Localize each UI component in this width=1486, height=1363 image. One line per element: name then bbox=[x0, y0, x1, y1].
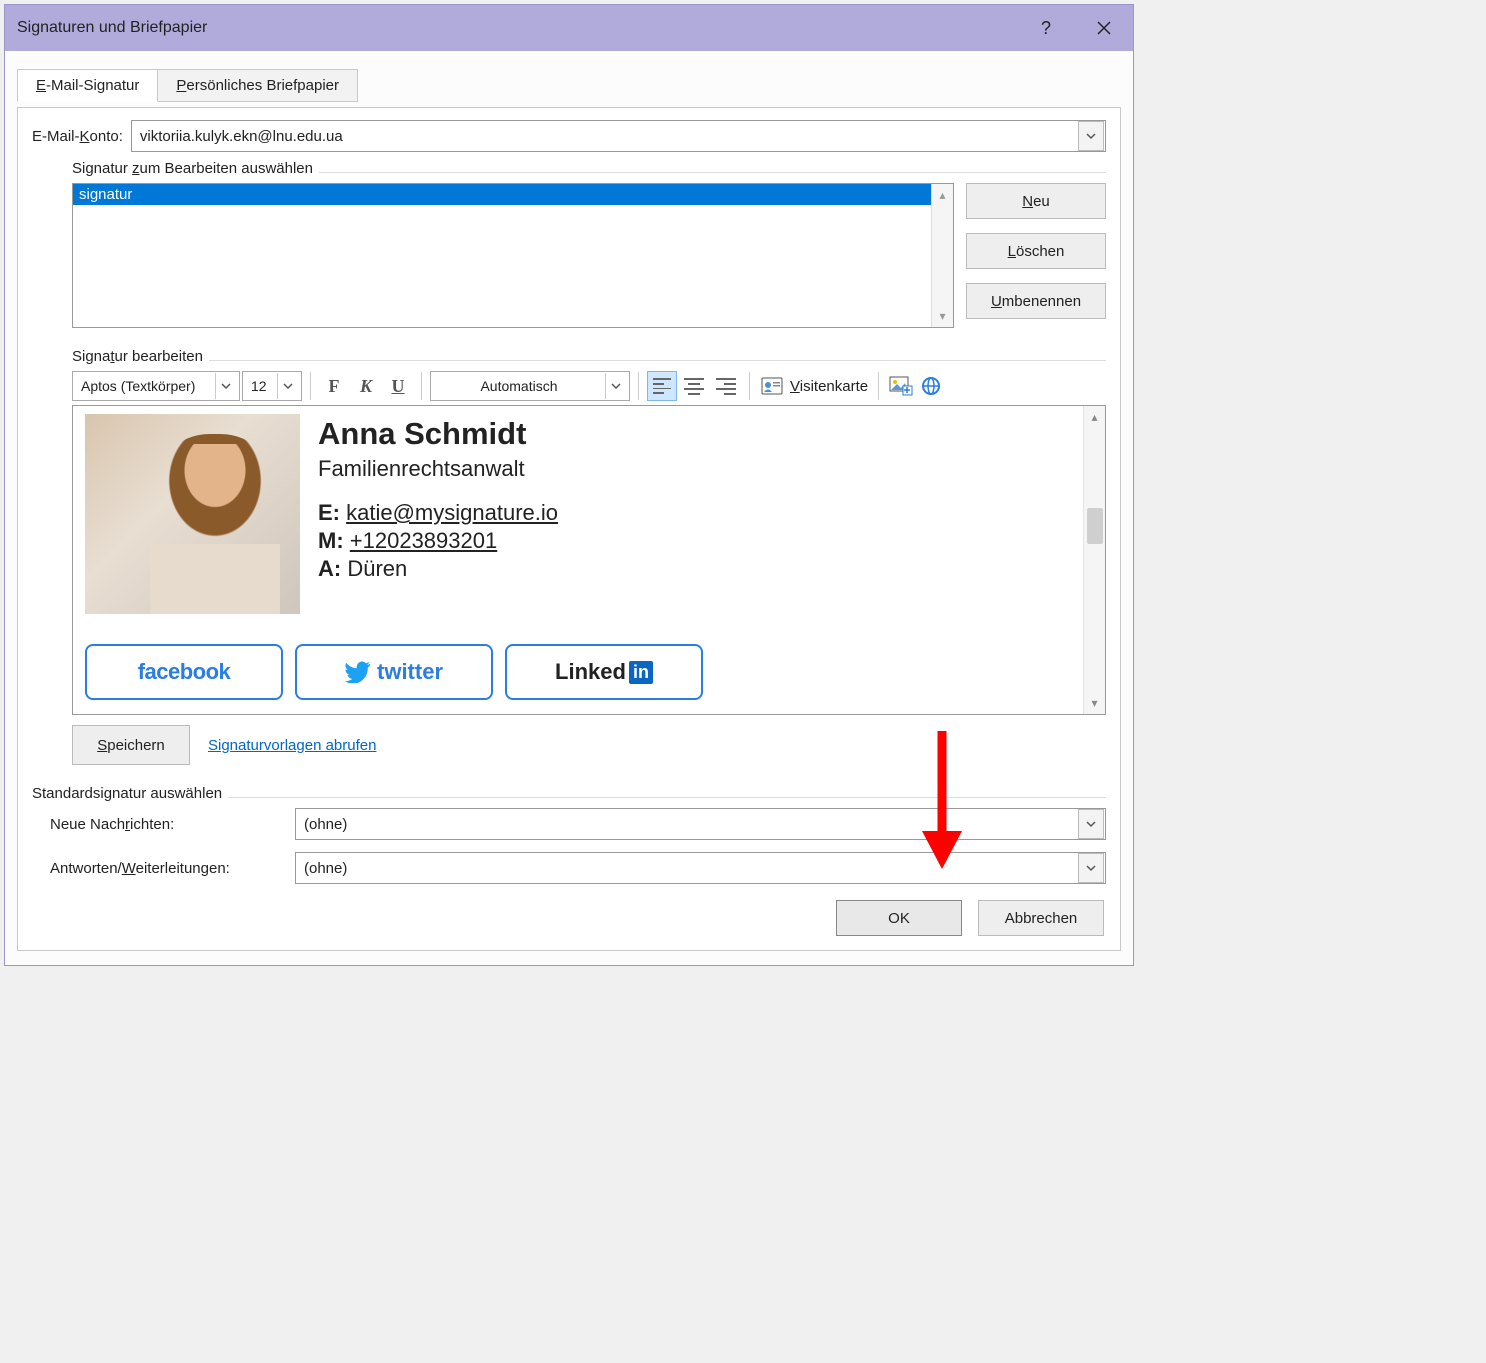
close-button[interactable] bbox=[1075, 5, 1133, 51]
editor-toolbar: Aptos (Textkörper) 12 F K U Automatisch bbox=[72, 371, 1106, 401]
signature-list-buttons: Neu Löschen Umbenennen bbox=[966, 183, 1106, 328]
replies-row: Antworten/Weiterleitungen: (ohne) bbox=[50, 852, 1106, 884]
color-combo[interactable]: Automatisch bbox=[430, 371, 630, 401]
ok-button[interactable]: OK bbox=[836, 900, 962, 936]
signature-email-line: E: katie@mysignature.io bbox=[318, 500, 558, 526]
tabstrip: E-Mail-Signatur Persönliches Briefpapier bbox=[17, 69, 1121, 102]
signature-role: Familienrechtsanwalt bbox=[318, 456, 558, 482]
scroll-up-icon[interactable]: ▴ bbox=[932, 184, 953, 206]
rename-button[interactable]: Umbenennen bbox=[966, 283, 1106, 319]
bold-button[interactable]: F bbox=[319, 371, 349, 401]
chevron-down-icon bbox=[605, 373, 625, 399]
titlebar: Signaturen und Briefpapier ? bbox=[5, 5, 1133, 51]
save-row: Speichern Signaturvorlagen abrufen bbox=[72, 725, 1106, 765]
default-signature-group: Standardsignatur auswählen Neue Nachrich… bbox=[32, 787, 1106, 884]
italic-button[interactable]: K bbox=[351, 371, 381, 401]
linkedin-button[interactable]: Linkedin bbox=[505, 644, 703, 700]
twitter-button[interactable]: twitter bbox=[295, 644, 493, 700]
signature-list-item[interactable]: signatur bbox=[73, 184, 931, 205]
signature-socials: facebook twitter Linkedin bbox=[85, 644, 1071, 700]
chevron-down-icon bbox=[1078, 853, 1104, 883]
replies-label: Antworten/Weiterleitungen: bbox=[50, 860, 295, 877]
get-templates-link[interactable]: Signaturvorlagen abrufen bbox=[208, 737, 376, 754]
delete-button[interactable]: Löschen bbox=[966, 233, 1106, 269]
edit-signature-title: Signatur bearbeiten bbox=[72, 348, 209, 365]
align-left-button[interactable] bbox=[647, 371, 677, 401]
tab-panel: E-Mail-Konto: viktoriia.kulyk.ekn@lnu.ed… bbox=[17, 107, 1121, 951]
chevron-down-icon bbox=[1078, 121, 1104, 151]
new-messages-row: Neue Nachrichten: (ohne) bbox=[50, 808, 1106, 840]
new-button[interactable]: Neu bbox=[966, 183, 1106, 219]
tab-personal-stationery[interactable]: Persönliches Briefpapier bbox=[157, 69, 358, 102]
insert-image-button[interactable] bbox=[887, 372, 915, 400]
signature-name: Anna Schmidt bbox=[318, 416, 558, 452]
font-combo[interactable]: Aptos (Textkörper) bbox=[72, 371, 240, 401]
align-right-button[interactable] bbox=[711, 371, 741, 401]
facebook-button[interactable]: facebook bbox=[85, 644, 283, 700]
help-button[interactable]: ? bbox=[1017, 5, 1075, 51]
cancel-button[interactable]: Abbrechen bbox=[978, 900, 1104, 936]
signatures-dialog: Signaturen und Briefpapier ? E-Mail-Sign… bbox=[4, 4, 1134, 966]
insert-link-button[interactable] bbox=[917, 372, 945, 400]
scrollbar[interactable]: ▴ ▾ bbox=[931, 184, 953, 327]
size-combo[interactable]: 12 bbox=[242, 371, 302, 401]
signature-address-line: A: Düren bbox=[318, 556, 558, 582]
signature-info: Anna Schmidt Familienrechtsanwalt E: kat… bbox=[318, 414, 558, 584]
scroll-up-icon[interactable]: ▴ bbox=[1084, 406, 1105, 428]
edit-signature-group: Signatur bearbeiten Aptos (Textkörper) 1… bbox=[72, 350, 1106, 765]
new-messages-combo[interactable]: (ohne) bbox=[295, 808, 1106, 840]
scroll-down-icon[interactable]: ▾ bbox=[932, 305, 953, 327]
underline-button[interactable]: U bbox=[383, 371, 413, 401]
account-value: viktoriia.kulyk.ekn@lnu.edu.ua bbox=[140, 128, 1072, 145]
signature-editor-wrap: Anna Schmidt Familienrechtsanwalt E: kat… bbox=[72, 405, 1106, 715]
business-card-icon bbox=[758, 372, 786, 400]
align-center-button[interactable] bbox=[679, 371, 709, 401]
default-signature-title: Standardsignatur auswählen bbox=[32, 785, 228, 802]
chevron-down-icon bbox=[1078, 809, 1104, 839]
account-label: E-Mail-Konto: bbox=[32, 128, 123, 145]
new-messages-label: Neue Nachrichten: bbox=[50, 816, 295, 833]
chevron-down-icon bbox=[277, 373, 297, 399]
dialog-footer: OK Abbrechen bbox=[32, 900, 1106, 936]
dialog-body: E-Mail-Signatur Persönliches Briefpapier… bbox=[5, 51, 1133, 965]
signature-editor[interactable]: Anna Schmidt Familienrechtsanwalt E: kat… bbox=[73, 406, 1083, 714]
twitter-icon bbox=[345, 661, 371, 683]
scroll-thumb[interactable] bbox=[1087, 508, 1103, 544]
chevron-down-icon bbox=[215, 373, 235, 399]
business-card-button[interactable]: Visitenkarte bbox=[788, 378, 870, 395]
signature-list[interactable]: signatur ▴ ▾ bbox=[72, 183, 954, 328]
editor-scrollbar[interactable]: ▴ ▾ bbox=[1083, 406, 1105, 714]
signature-phone-line: M: +12023893201 bbox=[318, 528, 558, 554]
window-title: Signaturen und Briefpapier bbox=[17, 19, 1017, 37]
close-icon bbox=[1096, 20, 1112, 36]
replies-combo[interactable]: (ohne) bbox=[295, 852, 1106, 884]
account-row: E-Mail-Konto: viktoriia.kulyk.ekn@lnu.ed… bbox=[32, 120, 1106, 152]
tab-email-signature[interactable]: E-Mail-Signatur bbox=[17, 69, 158, 102]
scroll-down-icon[interactable]: ▾ bbox=[1084, 692, 1105, 714]
save-button[interactable]: Speichern bbox=[72, 725, 190, 765]
select-signature-group: Signatur zum Bearbeiten auswählen signat… bbox=[72, 162, 1106, 328]
signature-photo bbox=[85, 414, 300, 614]
signature-list-row: signatur ▴ ▾ Neu Löschen bbox=[72, 183, 1106, 328]
account-combo[interactable]: viktoriia.kulyk.ekn@lnu.edu.ua bbox=[131, 120, 1106, 152]
select-signature-title: Signatur zum Bearbeiten auswählen bbox=[72, 160, 319, 177]
